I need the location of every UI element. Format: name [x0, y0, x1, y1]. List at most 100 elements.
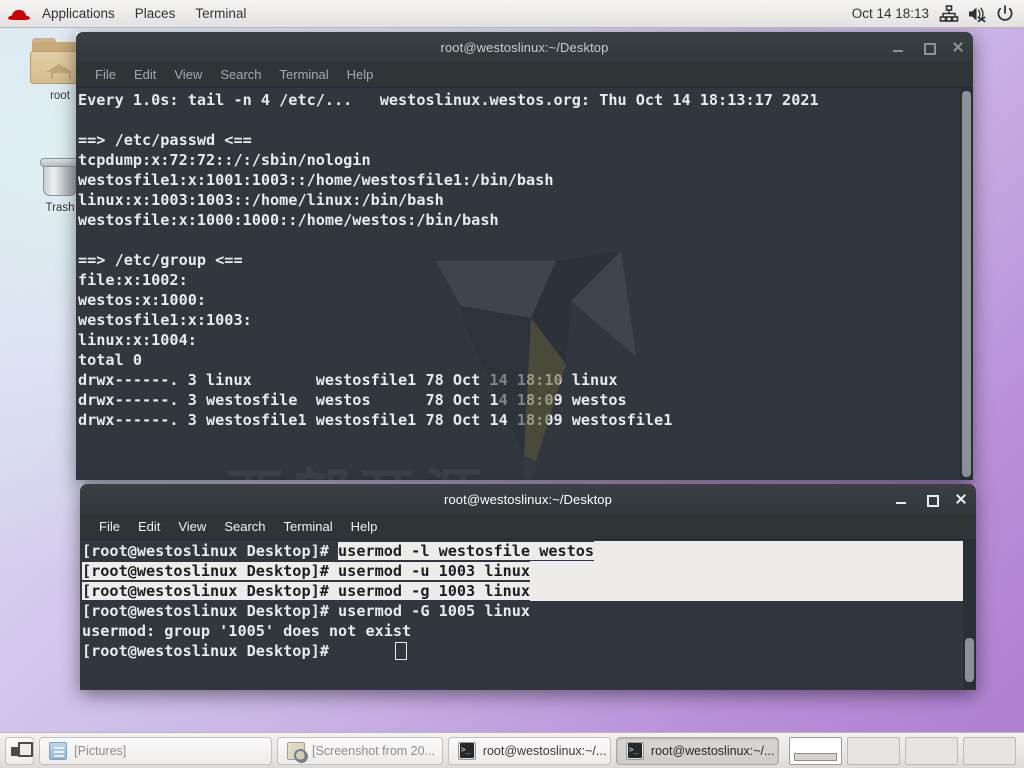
taskbar-item-label: [Pictures] [74, 744, 126, 758]
window1-output: Every 1.0s: tail -n 4 /etc/... westoslin… [76, 90, 973, 430]
window1-line: westosfile1:x:1001:1003::/home/westosfil… [76, 170, 973, 190]
window2-menubar: File Edit View Search Terminal Help [80, 514, 976, 540]
window1-menubar: File Edit View Search Terminal Help [76, 62, 973, 88]
taskbar-item-label: root@westoslinux:~/... [483, 744, 607, 758]
selected-text: [root@westoslinux Desktop]# [82, 562, 338, 580]
window2-line: [root@westoslinux Desktop]# usermod -l w… [80, 541, 976, 561]
workspace-3[interactable] [905, 737, 958, 765]
window1-line [76, 110, 973, 130]
workspace-switcher[interactable] [789, 737, 1019, 765]
taskbar-item-terminal-1[interactable]: root@westoslinux:~/... [448, 737, 611, 765]
window1-maximize-button[interactable] [921, 40, 935, 54]
window1-line: ==> /etc/passwd <== [76, 130, 973, 150]
screenshot-icon [287, 742, 305, 760]
window1-menu-help[interactable]: Help [338, 62, 383, 88]
taskbar-item-terminal-2[interactable]: root@westoslinux:~/... [616, 737, 779, 765]
pictures-icon [49, 742, 67, 760]
workspace-4[interactable] [963, 737, 1016, 765]
window1-line: linux:x:1003:1003::/home/linux:/bin/bash [76, 190, 973, 210]
taskbar-item-label: [Screenshot from 20... [312, 744, 435, 758]
taskbar-item-pictures[interactable]: [Pictures] [39, 737, 272, 765]
window2-line: [root@westoslinux Desktop]# [80, 641, 976, 661]
window1-line: file:x:1002: [76, 270, 973, 290]
terminal-window-1[interactable]: root@westoslinux:~/Desktop File Edit Vie… [76, 32, 973, 480]
window1-line: drwx------. 3 linux westosfile1 78 Oct 1… [76, 370, 973, 390]
show-desktop-button[interactable] [5, 737, 34, 765]
window1-menu-file[interactable]: File [86, 62, 125, 88]
window2-menu-search[interactable]: Search [215, 514, 274, 540]
power-icon[interactable] [994, 3, 1016, 25]
terminal-text: [root@westoslinux Desktop]# [82, 542, 338, 560]
selection-fill [530, 561, 976, 581]
volume-muted-icon[interactable] [966, 3, 988, 25]
window2-maximize-button[interactable] [924, 492, 938, 506]
window1-scrollbar[interactable] [960, 88, 973, 480]
window1-line: drwx------. 3 westosfile1 westosfile1 78… [76, 410, 973, 430]
terminal-icon [458, 742, 476, 760]
window1-line: westosfile:x:1000:1000::/home/westos:/bi… [76, 210, 973, 230]
window2-menu-terminal[interactable]: Terminal [275, 514, 342, 540]
selection-fill [530, 581, 976, 601]
window2-line: [root@westoslinux Desktop]# usermod -G 1… [80, 601, 976, 621]
taskbar-item-label: root@westoslinux:~/... [651, 744, 775, 758]
window2-minimize-button[interactable] [894, 492, 908, 506]
window2-menu-edit[interactable]: Edit [129, 514, 169, 540]
window1-titlebar[interactable]: root@westoslinux:~/Desktop [76, 32, 973, 62]
taskbar-item-screenshot[interactable]: [Screenshot from 20... [277, 737, 443, 765]
window1-line: westos:x:1000: [76, 290, 973, 310]
window1-terminal-body[interactable]: 西部开源 Every 1.0s: tail -n 4 /etc/... west… [76, 88, 973, 480]
window2-cursor [395, 642, 407, 660]
window2-line: usermod: group '1005' does not exist [80, 621, 976, 641]
window1-line [76, 230, 973, 250]
window1-scrollbar-thumb[interactable] [962, 91, 971, 477]
selection-fill [594, 541, 976, 561]
window1-line: westosfile1:x:1003: [76, 310, 973, 330]
window1-line: total 0 [76, 350, 973, 370]
window2-output: [root@westoslinux Desktop]# usermod -l w… [80, 541, 976, 661]
panel-menu-terminal[interactable]: Terminal [185, 0, 256, 28]
window2-menu-file[interactable]: File [90, 514, 129, 540]
window1-minimize-button[interactable] [891, 40, 905, 54]
network-icon[interactable] [938, 3, 960, 25]
window2-close-button[interactable] [954, 492, 968, 506]
window2-title: root@westoslinux:~/Desktop [80, 492, 976, 507]
window2-line: [root@westoslinux Desktop]# usermod -u 1… [80, 561, 976, 581]
window2-menu-view[interactable]: View [169, 514, 215, 540]
workspace-2[interactable] [847, 737, 900, 765]
redhat-logo-icon[interactable] [8, 6, 30, 22]
window1-close-button[interactable] [951, 40, 965, 54]
show-desktop-icon [11, 742, 29, 760]
terminal-window-2[interactable]: root@westoslinux:~/Desktop File Edit Vie… [80, 484, 976, 690]
window1-menu-edit[interactable]: Edit [125, 62, 165, 88]
selected-text: [root@westoslinux Desktop]# [82, 582, 338, 600]
terminal-text: usermod -G 1005 linux [338, 602, 530, 620]
window1-line: linux:x:1004: [76, 330, 973, 350]
terminal-text: [root@westoslinux Desktop]# [82, 602, 338, 620]
terminal-icon [626, 742, 644, 760]
window2-titlebar[interactable]: root@westoslinux:~/Desktop [80, 484, 976, 514]
window1-menu-search[interactable]: Search [211, 62, 270, 88]
window1-line: ==> /etc/group <== [76, 250, 973, 270]
selected-text: usermod -u 1003 linux [338, 562, 530, 580]
window1-line: tcpdump:x:72:72::/:/sbin/nologin [76, 150, 973, 170]
window1-menu-view[interactable]: View [165, 62, 211, 88]
selected-text: usermod -l westosfile westos [338, 542, 594, 560]
workspace-1[interactable] [789, 737, 842, 765]
window2-menu-help[interactable]: Help [342, 514, 387, 540]
window2-scrollbar-thumb[interactable] [965, 638, 974, 682]
window1-title: root@westoslinux:~/Desktop [76, 40, 973, 55]
window1-menu-terminal[interactable]: Terminal [271, 62, 338, 88]
window2-scrollbar[interactable] [963, 540, 976, 690]
panel-menu-applications[interactable]: Applications [32, 0, 125, 28]
window1-line: drwx------. 3 westosfile westos 78 Oct 1… [76, 390, 973, 410]
window2-line: [root@westoslinux Desktop]# usermod -g 1… [80, 581, 976, 601]
terminal-text: usermod: group '1005' does not exist [82, 622, 411, 640]
taskbar: [Pictures] [Screenshot from 20... root@w… [0, 732, 1024, 768]
panel-menu-places[interactable]: Places [125, 0, 186, 28]
clock[interactable]: Oct 14 18:13 [846, 6, 935, 21]
terminal-text: [root@westoslinux Desktop]# [82, 642, 338, 660]
window1-line: Every 1.0s: tail -n 4 /etc/... westoslin… [76, 90, 973, 110]
top-panel: Applications Places Terminal Oct 14 18:1… [0, 0, 1024, 28]
selected-text: usermod -g 1003 linux [338, 582, 530, 600]
window2-terminal-body[interactable]: [root@westoslinux Desktop]# usermod -l w… [80, 540, 976, 690]
